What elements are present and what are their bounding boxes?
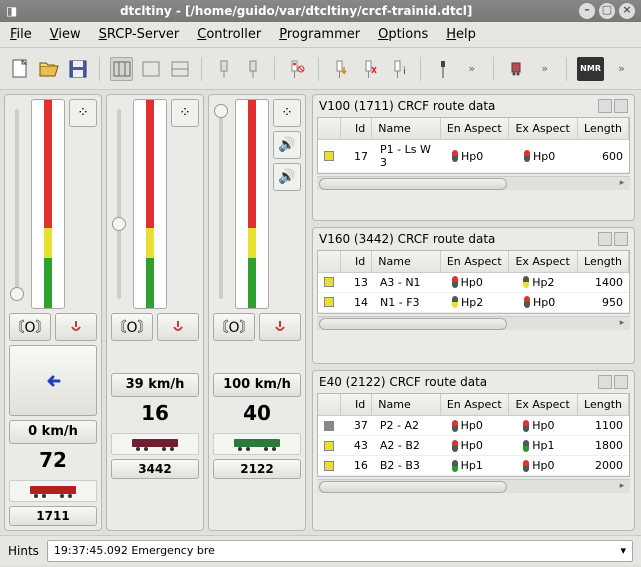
- speed-slider[interactable]: [111, 99, 129, 309]
- table-row[interactable]: 43 A2 - B2 Hp0 Hp1 1800: [318, 436, 629, 456]
- signal-2-icon[interactable]: [241, 57, 264, 81]
- close-button[interactable]: ×: [619, 3, 635, 19]
- loco-id-label: 3442: [111, 459, 199, 479]
- decouple-button[interactable]: [157, 313, 199, 341]
- focus-button[interactable]: 〘O〙: [9, 313, 51, 341]
- direction-left-button[interactable]: [9, 345, 97, 416]
- more-2-icon[interactable]: »: [533, 57, 556, 81]
- menu-help[interactable]: Help: [446, 27, 476, 42]
- signal-1-icon[interactable]: [212, 57, 235, 81]
- menu-controller[interactable]: Controller: [197, 27, 261, 42]
- route-panel-2: E40 (2122) CRCF route data Id Name En As…: [312, 370, 635, 531]
- speaker-icon[interactable]: 🔊: [273, 163, 301, 191]
- h-scrollbar[interactable]: ▸: [317, 479, 630, 493]
- signal-red-icon[interactable]: [285, 57, 308, 81]
- loco-number: 72: [9, 448, 97, 476]
- menu-view[interactable]: View: [50, 27, 81, 42]
- more-1-icon[interactable]: »: [460, 57, 483, 81]
- menu-options[interactable]: Options: [378, 27, 428, 42]
- route-table: Id Name En Aspect Ex Aspect Length 13 A3…: [317, 250, 630, 314]
- loco-number: 40: [213, 401, 301, 429]
- more-3-icon[interactable]: »: [610, 57, 633, 81]
- panel-title: V100 (1711) CRCF route data: [319, 99, 495, 113]
- open-file-icon[interactable]: [37, 57, 60, 81]
- h-scrollbar[interactable]: ▸: [317, 316, 630, 330]
- table-header: Id Name En Aspect Ex Aspect Length: [318, 394, 629, 416]
- panel-restore-icon[interactable]: [598, 232, 612, 246]
- table-row[interactable]: 16 B2 - B3 Hp1 Hp0 2000: [318, 456, 629, 476]
- controller-1: ⁘ 〘O〙 39 km/h 16 3442: [106, 94, 204, 531]
- h-scrollbar[interactable]: ▸: [317, 176, 630, 190]
- decouple-button[interactable]: [55, 313, 97, 341]
- menubar: File View SRCP-Server Controller Program…: [0, 22, 641, 48]
- decouple-button[interactable]: [259, 313, 301, 341]
- hints-label: Hints: [8, 544, 39, 558]
- controller-0: ⁘ 〘O〙 0 km/h 72 1711: [4, 94, 102, 531]
- route-table: Id Name En Aspect Ex Aspect Length 37 P2…: [317, 393, 630, 477]
- minimize-button[interactable]: –: [579, 3, 595, 19]
- speed-slider[interactable]: [9, 99, 27, 309]
- app-icon: ◨: [6, 4, 17, 18]
- loco-image: [9, 480, 97, 502]
- speed-meter: [31, 99, 65, 309]
- maximize-button[interactable]: ▢: [599, 3, 615, 19]
- panel-title: E40 (2122) CRCF route data: [319, 375, 487, 389]
- panel-close-icon[interactable]: [614, 99, 628, 113]
- panel-title: V160 (3442) CRCF route data: [319, 232, 495, 246]
- layout-single-icon[interactable]: [139, 57, 162, 81]
- dice-icon[interactable]: ⁘: [69, 99, 97, 127]
- route-panel-0: V100 (1711) CRCF route data Id Name En A…: [312, 94, 635, 221]
- layout-row-icon[interactable]: [168, 57, 191, 81]
- loco-image: [213, 433, 301, 455]
- focus-button[interactable]: 〘O〙: [213, 313, 255, 341]
- menu-srcp-server[interactable]: SRCP-Server: [99, 27, 180, 42]
- speed-meter: [133, 99, 167, 309]
- new-file-icon[interactable]: [8, 57, 31, 81]
- loco-id-label: 1711: [9, 506, 97, 526]
- log-dropdown[interactable]: 19:37:45.092 Emergency bre ▾: [47, 540, 633, 562]
- panel-close-icon[interactable]: [614, 232, 628, 246]
- table-row[interactable]: 37 P2 - A2 Hp0 Hp0 1100: [318, 416, 629, 436]
- window-title: dtcltiny - [/home/guido/var/dtcltiny/crc…: [17, 4, 575, 18]
- route-table: Id Name En Aspect Ex Aspect Length 17 P1…: [317, 117, 630, 174]
- dice-icon[interactable]: ⁘: [273, 99, 301, 127]
- dropdown-arrow-icon: ▾: [620, 541, 626, 561]
- nmr-button[interactable]: NMR: [577, 57, 604, 81]
- menu-file[interactable]: File: [10, 27, 32, 42]
- panel-restore-icon[interactable]: [598, 375, 612, 389]
- train-icon[interactable]: [504, 57, 527, 81]
- loco-id-label: 2122: [213, 459, 301, 479]
- statusbar: Hints 19:37:45.092 Emergency bre ▾: [0, 535, 641, 565]
- route-panel-1: V160 (3442) CRCF route data Id Name En A…: [312, 227, 635, 365]
- controller-2: ⁘ 🔊 🔊 〘O〙 100 km/h 40 2122: [208, 94, 306, 531]
- speed-label: 0 km/h: [9, 420, 97, 444]
- speed-label: 100 km/h: [213, 373, 301, 397]
- speaker-icon[interactable]: 🔊: [273, 131, 301, 159]
- marker-icon[interactable]: [431, 57, 454, 81]
- dice-icon[interactable]: ⁘: [171, 99, 199, 127]
- loco-image: [111, 433, 199, 455]
- log-text: 19:37:45.092 Emergency bre: [54, 541, 215, 561]
- save-file-icon[interactable]: [66, 57, 89, 81]
- table-header: Id Name En Aspect Ex Aspect Length: [318, 118, 629, 140]
- speed-slider[interactable]: [213, 99, 231, 309]
- panel-close-icon[interactable]: [614, 375, 628, 389]
- loco-number: 16: [111, 401, 199, 429]
- menu-programmer[interactable]: Programmer: [279, 27, 360, 42]
- toolbar: i » » NMR »: [0, 48, 641, 90]
- titlebar: ◨ dtcltiny - [/home/guido/var/dtcltiny/c…: [0, 0, 641, 22]
- svg-text:i: i: [403, 66, 406, 77]
- signal-down-icon[interactable]: [329, 57, 352, 81]
- panel-restore-icon[interactable]: [598, 99, 612, 113]
- speed-meter: [235, 99, 269, 309]
- table-row[interactable]: 13 A3 - N1 Hp0 Hp2 1400: [318, 273, 629, 293]
- table-row[interactable]: 14 N1 - F3 Hp2 Hp0 950: [318, 293, 629, 313]
- layout-columns-icon[interactable]: [110, 57, 133, 81]
- focus-button[interactable]: 〘O〙: [111, 313, 153, 341]
- signal-x-icon[interactable]: [358, 57, 381, 81]
- speed-label: 39 km/h: [111, 373, 199, 397]
- signal-info-icon[interactable]: i: [387, 57, 410, 81]
- table-row[interactable]: 17 P1 - Ls W 3 Hp0 Hp0 600: [318, 140, 629, 173]
- table-header: Id Name En Aspect Ex Aspect Length: [318, 251, 629, 273]
